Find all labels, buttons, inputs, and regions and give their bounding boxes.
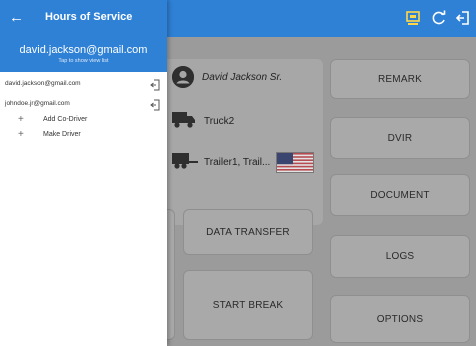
driver-row[interactable]: David Jackson Sr. (172, 63, 282, 91)
us-flag-icon (276, 152, 315, 173)
truck-icon (172, 110, 196, 133)
remark-button[interactable]: REMARK (330, 59, 470, 99)
logs-button[interactable]: LOGS (330, 235, 470, 278)
options-button[interactable]: OPTIONS (330, 295, 470, 343)
refresh-icon[interactable] (430, 9, 448, 27)
trailer-label: Trailer1, Trail... (204, 157, 271, 168)
driver-name: David Jackson Sr. (202, 71, 283, 83)
dvir-button[interactable]: DVIR (330, 117, 470, 159)
trailer-row[interactable]: Trailer1, Trail... (172, 151, 315, 174)
truck-label: Truck2 (204, 116, 235, 127)
page-title: Hours of Service (45, 11, 133, 23)
current-account-email[interactable]: david.jackson@gmail.com (0, 44, 167, 56)
add-co-driver-item[interactable]: + Add Co-Driver (0, 114, 167, 128)
truck-row[interactable]: Truck2 (172, 110, 234, 133)
account-switch-hint: Tap to show view list (58, 58, 109, 64)
make-driver-item[interactable]: + Make Driver (0, 129, 167, 143)
monitor-icon[interactable] (404, 9, 422, 27)
start-break-button[interactable]: START BREAK (183, 270, 313, 340)
data-transfer-button[interactable]: DATA TRANSFER (183, 209, 313, 255)
plus-icon: + (18, 129, 24, 140)
account-email: johndoe.jr@gmail.com (5, 100, 70, 107)
account-email: david.jackson@gmail.com (5, 80, 81, 87)
switch-account-icon[interactable] (150, 98, 160, 111)
make-driver-label: Make Driver (43, 131, 81, 138)
account-item[interactable]: david.jackson@gmail.com (0, 76, 167, 94)
add-co-driver-label: Add Co-Driver (43, 116, 88, 123)
account-item[interactable]: johndoe.jr@gmail.com (0, 96, 167, 114)
navigation-drawer: ← Hours of Service david.jackson@gmail.c… (0, 0, 167, 346)
switch-account-icon[interactable] (150, 78, 160, 91)
drawer-header[interactable]: ← Hours of Service david.jackson@gmail.c… (0, 0, 167, 72)
back-arrow-icon[interactable]: ← (9, 9, 24, 26)
plus-icon: + (18, 114, 24, 125)
trailer-icon (172, 151, 198, 174)
logout-icon[interactable] (454, 9, 472, 27)
document-button[interactable]: DOCUMENT (330, 174, 470, 216)
driver-avatar-icon (172, 66, 194, 88)
